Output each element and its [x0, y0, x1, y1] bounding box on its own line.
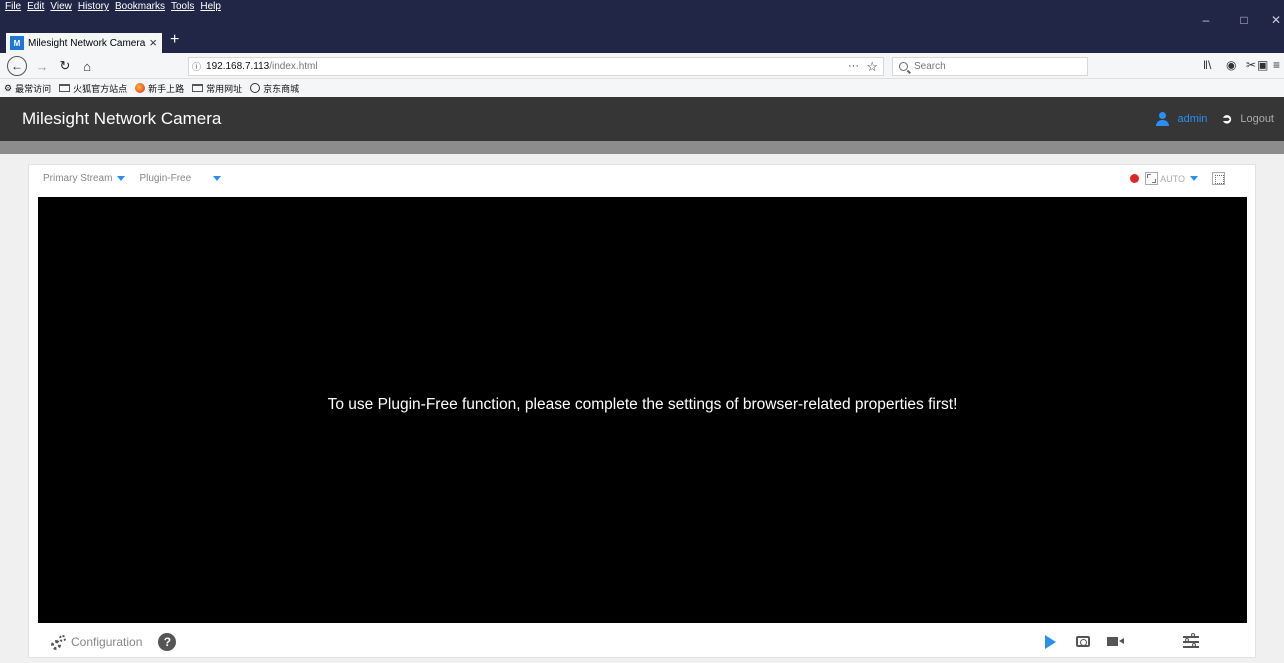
menu-view[interactable]: View	[50, 1, 72, 12]
live-view-panel: Primary Stream Plugin-Free AUTO To use P…	[28, 164, 1256, 658]
user-icon	[1156, 112, 1170, 126]
tab-title: Milesight Network Camera	[28, 37, 146, 49]
logout-button[interactable]: Logout	[1240, 113, 1274, 125]
url-host: 192.168.7.113	[206, 61, 270, 72]
folder-icon	[59, 84, 71, 92]
tab-strip: M Milesight Network Camera × +	[0, 31, 1284, 53]
snapshot-camera-icon[interactable]	[1076, 636, 1090, 647]
username[interactable]: admin	[1177, 113, 1207, 125]
screenshot-icon[interactable]: ✂	[1246, 58, 1256, 72]
view-controls: AUTO	[1130, 172, 1225, 185]
video-player[interactable]: To use Plugin-Free function, please comp…	[38, 197, 1247, 623]
bookmark-getting-started[interactable]: 新手上路	[135, 82, 184, 95]
bookmark-label: 新手上路	[148, 83, 185, 94]
play-icon[interactable]	[1045, 635, 1056, 649]
bookmarks-toolbar: ⚙ 最常访问 火狐官方站点 新手上路 常用网址 京东商城	[0, 79, 1284, 97]
app-header: Milesight Network Camera admin ➲ Logout	[0, 97, 1284, 141]
window-close-icon[interactable]: ✕	[1262, 12, 1284, 28]
bookmark-label: 京东商城	[263, 83, 300, 94]
bookmark-label: 火狐官方站点	[73, 83, 128, 94]
back-icon[interactable]: ←	[7, 56, 27, 76]
stream-select[interactable]: Primary Stream	[43, 173, 112, 184]
stream-dropdown-icon[interactable]	[117, 176, 126, 181]
tab-close-icon[interactable]: ×	[149, 35, 157, 50]
bookmark-label: 常用网址	[206, 83, 243, 94]
player-toolbar: Configuration ?	[29, 627, 1257, 657]
minimize-icon[interactable]: –	[1192, 12, 1220, 28]
sidebar-icon[interactable]: ▣	[1257, 58, 1268, 72]
milesight-favicon-icon: M	[10, 36, 24, 50]
video-record-icon[interactable]	[1107, 637, 1124, 646]
new-tab-icon[interactable]: +	[170, 31, 179, 49]
menu-file[interactable]: File	[5, 1, 21, 12]
menu-tools[interactable]: Tools	[171, 1, 194, 12]
video-message: To use Plugin-Free function, please comp…	[327, 396, 958, 413]
browser-tab[interactable]: M Milesight Network Camera ×	[6, 33, 162, 53]
menu-edit[interactable]: Edit	[27, 1, 44, 12]
zoom-select[interactable]: AUTO	[1160, 174, 1185, 184]
app-title: Milesight Network Camera	[22, 109, 222, 128]
zoom-dropdown-icon[interactable]	[1190, 176, 1198, 181]
menu-bookmarks[interactable]: Bookmarks	[115, 1, 165, 12]
gears-icon	[51, 634, 66, 650]
page-actions-icon[interactable]: ···	[848, 60, 859, 72]
help-icon[interactable]: ?	[158, 633, 177, 651]
reload-icon[interactable]: ↻	[56, 57, 74, 75]
stream-controls: Primary Stream Plugin-Free	[43, 173, 235, 184]
maximize-icon[interactable]: □	[1230, 12, 1258, 28]
globe-icon	[250, 83, 261, 93]
browser-menubar: File Edit View History Bookmarks Tools H…	[0, 0, 1284, 31]
search-placeholder: Search	[914, 61, 946, 72]
url-path: /index.html	[269, 61, 318, 72]
library-icon[interactable]: ‖\	[1203, 58, 1211, 72]
menu-help[interactable]: Help	[200, 1, 221, 12]
menu-history[interactable]: History	[78, 1, 109, 12]
fullscreen-icon[interactable]	[1212, 172, 1225, 185]
fit-window-icon[interactable]	[1145, 172, 1159, 185]
home-icon[interactable]: ⌂	[78, 57, 96, 75]
hamburger-menu-icon[interactable]: ≡	[1273, 58, 1280, 72]
header-divider	[0, 141, 1284, 154]
bookmark-star-icon[interactable]: ☆	[866, 59, 878, 75]
bookmark-label: 最常访问	[15, 83, 52, 94]
configuration-label: Configuration	[71, 635, 143, 649]
firefox-icon	[135, 83, 146, 93]
search-icon	[899, 62, 908, 71]
bookmark-jd[interactable]: 京东商城	[250, 82, 299, 95]
search-input[interactable]: Search	[892, 57, 1088, 76]
forward-icon[interactable]: →	[33, 57, 51, 75]
mode-dropdown-icon[interactable]	[213, 176, 222, 181]
url-bar[interactable]: ⓘ 192.168.7.113/index.html ··· ☆	[188, 57, 884, 76]
folder-icon	[192, 84, 204, 92]
gear-bookmark-icon: ⚙	[4, 82, 13, 93]
mode-select[interactable]: Plugin-Free	[139, 173, 191, 184]
chat-icon[interactable]: ◉	[1226, 58, 1236, 72]
image-adjust-icon[interactable]	[1183, 633, 1199, 649]
bookmark-firefox-official[interactable]: 火狐官方站点	[59, 82, 127, 95]
browser-navbar: ← → ↻ ⌂ ⓘ 192.168.7.113/index.html ··· ☆…	[0, 53, 1284, 79]
logout-icon[interactable]: ➲	[1221, 111, 1232, 127]
configuration-link[interactable]: Configuration ?	[51, 633, 177, 651]
bookmark-common-sites[interactable]: 常用网址	[192, 82, 242, 95]
bookmark-most-visited[interactable]: ⚙ 最常访问	[4, 82, 51, 95]
user-area: admin ➲ Logout	[1156, 111, 1274, 127]
site-info-icon[interactable]: ⓘ	[192, 60, 201, 73]
record-status-icon[interactable]	[1130, 174, 1140, 183]
